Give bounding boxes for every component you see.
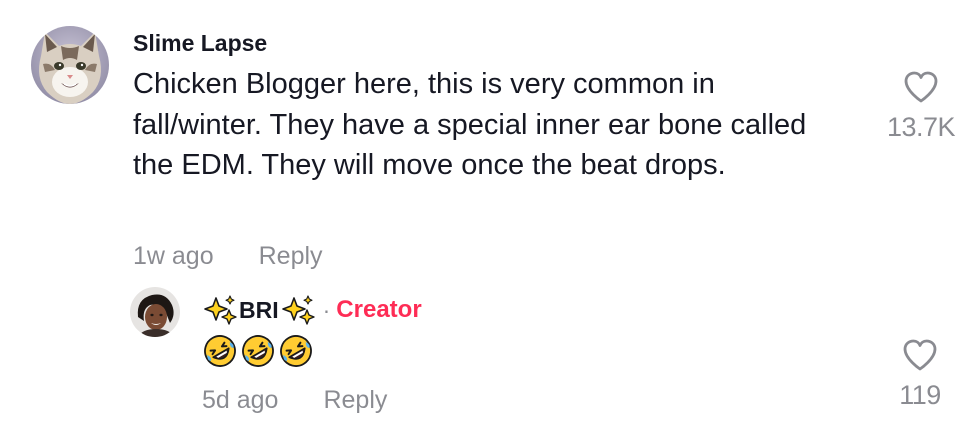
reply-meta: 5d ago Reply xyxy=(202,386,387,415)
rolling-laughing-emoji-icon xyxy=(242,335,274,367)
reply-header: BRI · Creator xyxy=(203,294,422,326)
timestamp: 5d ago xyxy=(202,386,279,414)
rolling-laughing-emoji-icon xyxy=(204,335,236,367)
like-count: 119 xyxy=(899,380,941,410)
timestamp: 1w ago xyxy=(133,242,214,270)
like-section: 13.7K xyxy=(862,70,980,143)
reply-button[interactable]: Reply xyxy=(323,386,387,415)
reply-button[interactable]: Reply xyxy=(259,242,323,271)
cat-avatar-icon xyxy=(31,26,109,104)
person-avatar-icon xyxy=(130,287,180,337)
avatar[interactable] xyxy=(130,287,180,337)
reply-content xyxy=(203,334,313,368)
like-count: 13.7K xyxy=(886,112,956,142)
separator: · xyxy=(322,296,331,323)
heart-outline-icon[interactable] xyxy=(902,338,938,372)
rolling-laughing-emoji-icon xyxy=(280,335,312,367)
username[interactable]: BRI xyxy=(239,297,279,324)
avatar[interactable] xyxy=(31,26,109,104)
username[interactable]: Slime Lapse xyxy=(133,30,267,57)
comment-text: Chicken Blogger here, this is very commo… xyxy=(133,68,807,181)
sparkles-icon xyxy=(204,295,237,325)
heart-outline-icon[interactable] xyxy=(903,70,939,104)
like-section: 119 xyxy=(880,338,960,411)
sparkles-icon xyxy=(281,295,315,325)
creator-badge: Creator xyxy=(336,296,422,323)
comment-meta: 1w ago Reply xyxy=(133,242,323,271)
